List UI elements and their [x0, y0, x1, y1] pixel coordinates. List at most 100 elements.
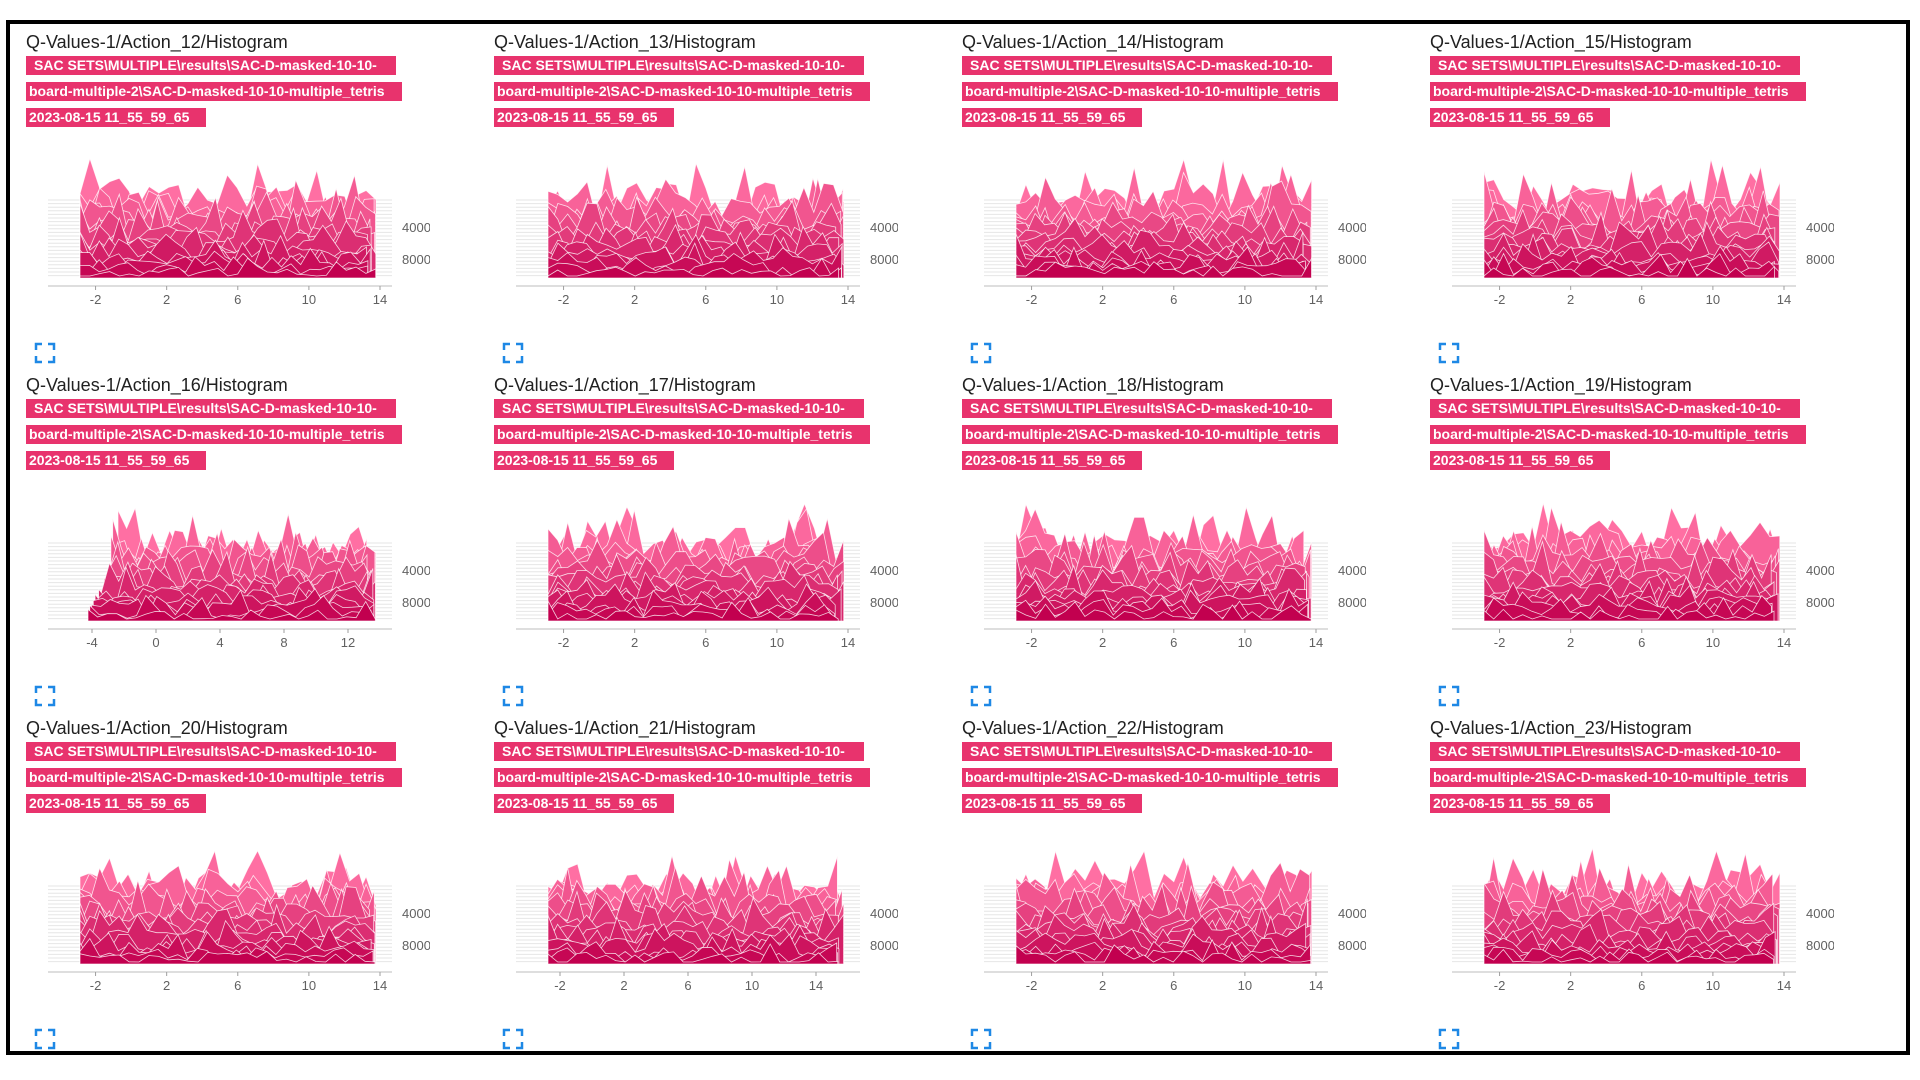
y-tick-label: 4000000 [870, 220, 898, 235]
run-label-line2: board-multiple-2\SAC-D-masked-10-10-mult… [962, 425, 1338, 444]
fullscreen-expand-icon[interactable] [502, 685, 524, 707]
x-tick-label: 6 [1170, 292, 1177, 307]
y-tick-label: 8000000 [870, 595, 898, 610]
fullscreen-expand-icon[interactable] [1438, 1028, 1460, 1050]
y-tick-label: 8000000 [402, 595, 430, 610]
x-tick-label: 14 [1309, 635, 1323, 650]
y-tick-label: 4000000 [1338, 563, 1366, 578]
x-tick-label: -4 [86, 635, 98, 650]
run-label-line1: SAC SETS\MULTIPLE\results\SAC-D-masked-1… [494, 742, 864, 761]
fullscreen-expand-icon[interactable] [502, 1028, 524, 1050]
histogram-card: Q-Values-1/Action_20/Histogram SAC SETS\M… [10, 710, 478, 1053]
y-tick-label: 4000000 [870, 563, 898, 578]
histogram-card: Q-Values-1/Action_17/Histogram SAC SETS\M… [478, 367, 946, 710]
histogram-card: Q-Values-1/Action_14/Histogram SAC SETS\M… [946, 24, 1414, 367]
x-tick-label: 6 [1638, 635, 1645, 650]
x-tick-label: 0 [152, 635, 159, 650]
x-tick-label: 14 [1777, 978, 1791, 993]
x-tick-label: 10 [1238, 292, 1252, 307]
histogram-plot: -2 2 6 10 14 4000000 8000000 [48, 849, 430, 993]
y-tick-label: 8000000 [402, 252, 430, 267]
run-label-line3: 2023-08-15 11_55_59_65 [962, 108, 1142, 127]
chart-title: Q-Values-1/Action_13/Histogram [494, 32, 756, 52]
x-tick-label: 12 [341, 635, 355, 650]
y-tick-label: 4000000 [870, 906, 898, 921]
run-label-line2: board-multiple-2\SAC-D-masked-10-10-mult… [962, 768, 1338, 787]
x-tick-label: 2 [631, 635, 638, 650]
fullscreen-expand-icon[interactable] [970, 1028, 992, 1050]
run-label-line3: 2023-08-15 11_55_59_65 [26, 794, 206, 813]
run-label: SAC SETS\MULTIPLE\results\SAC-D-masked-1… [1430, 56, 1806, 134]
x-tick-label: -2 [1494, 635, 1506, 650]
x-tick-label: 14 [1309, 978, 1323, 993]
histogram-plot: -2 2 6 10 14 4000000 8000000 [984, 157, 1366, 307]
run-label: SAC SETS\MULTIPLE\results\SAC-D-masked-1… [1430, 399, 1806, 477]
histogram-series-group [1015, 502, 1313, 622]
run-label-line1: SAC SETS\MULTIPLE\results\SAC-D-masked-1… [962, 56, 1332, 75]
histogram-series-group [1483, 158, 1781, 279]
y-tick-label: 8000000 [870, 252, 898, 267]
fullscreen-expand-icon[interactable] [502, 342, 524, 364]
run-label-line1: SAC SETS\MULTIPLE\results\SAC-D-masked-1… [26, 742, 396, 761]
x-tick-label: 10 [302, 292, 316, 307]
x-tick-label: -2 [90, 978, 102, 993]
x-tick-label: -2 [1026, 635, 1038, 650]
run-label-line3: 2023-08-15 11_55_59_65 [26, 451, 206, 470]
run-label-line3: 2023-08-15 11_55_59_65 [494, 451, 674, 470]
histogram-series-group [79, 849, 377, 965]
fullscreen-expand-icon[interactable] [1438, 685, 1460, 707]
fullscreen-expand-icon[interactable] [34, 342, 56, 364]
histogram-plot: -2 2 6 10 14 4000000 8000000 [984, 849, 1366, 993]
histogram-series-group [87, 506, 377, 622]
x-tick-label: 10 [770, 635, 784, 650]
histogram-card: Q-Values-1/Action_18/Histogram SAC SETS\M… [946, 367, 1414, 710]
y-tick-label: 8000000 [1806, 938, 1834, 953]
x-tick-label: 14 [1777, 292, 1791, 307]
chart-title: Q-Values-1/Action_14/Histogram [962, 32, 1224, 52]
histogram-card: Q-Values-1/Action_15/Histogram SAC SETS\M… [1414, 24, 1882, 367]
histogram-card: Q-Values-1/Action_21/Histogram SAC SETS\M… [478, 710, 946, 1053]
histogram-series-group [547, 161, 845, 279]
y-tick-label: 8000000 [1338, 252, 1366, 267]
x-tick-label: 2 [163, 292, 170, 307]
x-tick-label: 10 [1706, 978, 1720, 993]
chart-title: Q-Values-1/Action_20/Histogram [26, 718, 288, 738]
run-label-line1: SAC SETS\MULTIPLE\results\SAC-D-masked-1… [1430, 399, 1800, 418]
x-tick-label: 6 [234, 292, 241, 307]
x-tick-label: 14 [373, 978, 387, 993]
x-tick-label: 14 [1777, 635, 1791, 650]
histogram-plot: -2 2 6 10 14 4000000 8000000 [516, 853, 898, 993]
y-tick-label: 8000000 [870, 938, 898, 953]
x-tick-label: 6 [1170, 635, 1177, 650]
x-tick-label: -2 [1494, 292, 1506, 307]
histogram-series-group [1483, 502, 1781, 622]
chart-title: Q-Values-1/Action_16/Histogram [26, 375, 288, 395]
run-label-line1: SAC SETS\MULTIPLE\results\SAC-D-masked-1… [1430, 742, 1800, 761]
y-tick-label: 4000000 [402, 220, 430, 235]
run-label-line3: 2023-08-15 11_55_59_65 [26, 108, 206, 127]
run-label-line2: board-multiple-2\SAC-D-masked-10-10-mult… [1430, 425, 1806, 444]
fullscreen-expand-icon[interactable] [34, 685, 56, 707]
y-tick-label: 8000000 [1806, 252, 1834, 267]
y-tick-label: 8000000 [1806, 595, 1834, 610]
run-label-line2: board-multiple-2\SAC-D-masked-10-10-mult… [1430, 82, 1806, 101]
fullscreen-expand-icon[interactable] [1438, 342, 1460, 364]
run-label-line1: SAC SETS\MULTIPLE\results\SAC-D-masked-1… [26, 56, 396, 75]
x-tick-label: 14 [373, 292, 387, 307]
fullscreen-expand-icon[interactable] [34, 1028, 56, 1050]
histogram-card: Q-Values-1/Action_23/Histogram SAC SETS\M… [1414, 710, 1882, 1053]
x-tick-label: 8 [280, 635, 287, 650]
run-label-line2: board-multiple-2\SAC-D-masked-10-10-mult… [494, 768, 870, 787]
fullscreen-expand-icon[interactable] [970, 342, 992, 364]
run-label-line3: 2023-08-15 11_55_59_65 [1430, 451, 1610, 470]
fullscreen-expand-icon[interactable] [970, 685, 992, 707]
y-tick-label: 4000000 [402, 906, 430, 921]
histogram-plot: -2 2 6 10 14 4000000 8000000 [48, 157, 430, 307]
x-tick-label: 6 [702, 292, 709, 307]
histogram-series-group [547, 853, 845, 965]
x-tick-label: -2 [1026, 292, 1038, 307]
x-tick-label: 6 [1638, 978, 1645, 993]
chart-title: Q-Values-1/Action_17/Histogram [494, 375, 756, 395]
x-tick-label: 2 [1099, 635, 1106, 650]
chart-title: Q-Values-1/Action_19/Histogram [1430, 375, 1692, 395]
